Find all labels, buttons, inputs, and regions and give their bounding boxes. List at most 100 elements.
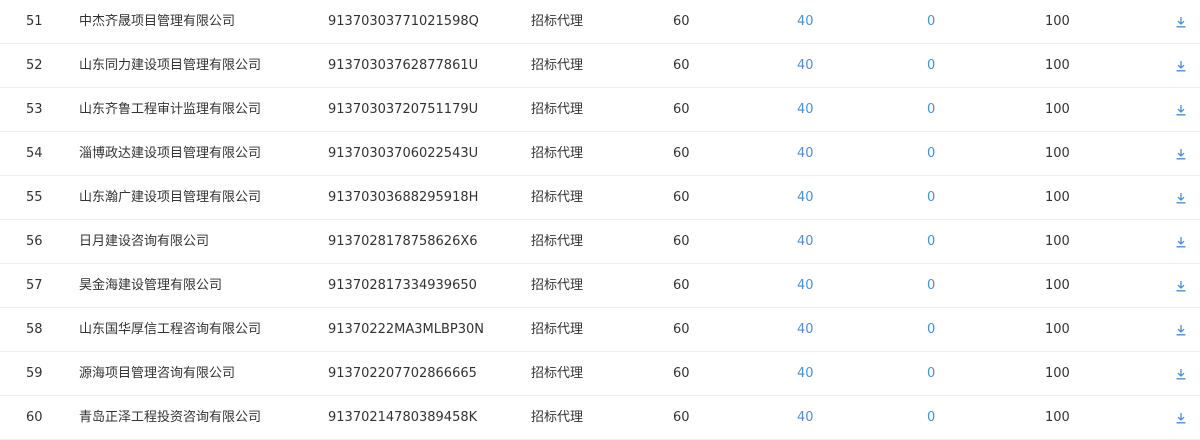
agency-type: 招标代理 <box>531 58 584 73</box>
total-score: 100 <box>1045 234 1070 249</box>
deduction-score-link[interactable]: 0 <box>927 132 935 175</box>
row-index: 53 <box>26 102 43 117</box>
download-button[interactable] <box>1173 396 1189 439</box>
credit-code: 913702207702866665 <box>328 366 477 381</box>
download-button[interactable] <box>1173 264 1189 307</box>
company-name: 昊金海建设管理有限公司 <box>79 278 223 293</box>
table-row: 53 山东齐鲁工程审计监理有限公司 91370303720751179U 招标代… <box>0 88 1200 132</box>
download-button[interactable] <box>1173 220 1189 263</box>
deduction-score-link[interactable]: 0 <box>927 88 935 131</box>
agency-type: 招标代理 <box>531 102 584 117</box>
company-score-table: 51 中杰齐晟项目管理有限公司 91370303771021598Q 招标代理 … <box>0 0 1200 440</box>
download-icon <box>1176 412 1186 423</box>
row-index: 60 <box>26 410 43 425</box>
company-name: 青岛正泽工程投资咨询有限公司 <box>79 410 262 425</box>
base-score: 60 <box>673 58 690 73</box>
total-score: 100 <box>1045 366 1070 381</box>
row-index: 57 <box>26 278 43 293</box>
bonus-score-link[interactable]: 40 <box>797 132 814 175</box>
bonus-score-link[interactable]: 40 <box>797 396 814 439</box>
download-icon <box>1176 104 1186 115</box>
bonus-score-link[interactable]: 40 <box>797 220 814 263</box>
deduction-score-link[interactable]: 0 <box>927 220 935 263</box>
download-icon <box>1176 368 1186 379</box>
total-score: 100 <box>1045 58 1070 73</box>
download-icon <box>1176 192 1186 203</box>
download-icon <box>1176 60 1186 71</box>
download-icon <box>1176 280 1186 291</box>
company-name: 中杰齐晟项目管理有限公司 <box>79 14 236 29</box>
agency-type: 招标代理 <box>531 322 584 337</box>
company-name: 淄博政达建设项目管理有限公司 <box>79 146 262 161</box>
bonus-score-link[interactable]: 40 <box>797 352 814 395</box>
table-row: 60 青岛正泽工程投资咨询有限公司 91370214780389458K 招标代… <box>0 396 1200 440</box>
deduction-score-link[interactable]: 0 <box>927 44 935 87</box>
bonus-score-link[interactable]: 40 <box>797 0 814 43</box>
download-button[interactable] <box>1173 88 1189 131</box>
row-index: 55 <box>26 190 43 205</box>
total-score: 100 <box>1045 322 1070 337</box>
agency-type: 招标代理 <box>531 278 584 293</box>
bonus-score-link[interactable]: 40 <box>797 176 814 219</box>
deduction-score-link[interactable]: 0 <box>927 176 935 219</box>
agency-type: 招标代理 <box>531 190 584 205</box>
total-score: 100 <box>1045 102 1070 117</box>
table-row: 58 山东国华厚信工程咨询有限公司 91370222MA3MLBP30N 招标代… <box>0 308 1200 352</box>
deduction-score-link[interactable]: 0 <box>927 0 935 43</box>
credit-code: 9137028178758626X6 <box>328 234 478 249</box>
agency-type: 招标代理 <box>531 410 584 425</box>
table-row: 55 山东瀚广建设项目管理有限公司 91370303688295918H 招标代… <box>0 176 1200 220</box>
total-score: 100 <box>1045 410 1070 425</box>
total-score: 100 <box>1045 278 1070 293</box>
bonus-score-link[interactable]: 40 <box>797 88 814 131</box>
bonus-score-link[interactable]: 40 <box>797 44 814 87</box>
base-score: 60 <box>673 14 690 29</box>
bonus-score-link[interactable]: 40 <box>797 264 814 307</box>
row-index: 52 <box>26 58 43 73</box>
row-index: 59 <box>26 366 43 381</box>
credit-code: 91370303706022543U <box>328 146 479 161</box>
download-button[interactable] <box>1173 352 1189 395</box>
total-score: 100 <box>1045 146 1070 161</box>
deduction-score-link[interactable]: 0 <box>927 352 935 395</box>
base-score: 60 <box>673 322 690 337</box>
base-score: 60 <box>673 190 690 205</box>
credit-code: 91370303688295918H <box>328 190 479 205</box>
bonus-score-link[interactable]: 40 <box>797 308 814 351</box>
agency-type: 招标代理 <box>531 234 584 249</box>
base-score: 60 <box>673 278 690 293</box>
table-row: 51 中杰齐晟项目管理有限公司 91370303771021598Q 招标代理 … <box>0 0 1200 44</box>
row-index: 54 <box>26 146 43 161</box>
download-button[interactable] <box>1173 132 1189 175</box>
table-row: 52 山东同力建设项目管理有限公司 91370303762877861U 招标代… <box>0 44 1200 88</box>
total-score: 100 <box>1045 190 1070 205</box>
agency-type: 招标代理 <box>531 366 584 381</box>
row-index: 51 <box>26 14 43 29</box>
company-name: 山东齐鲁工程审计监理有限公司 <box>79 102 262 117</box>
credit-code: 91370303762877861U <box>328 58 479 73</box>
table-row: 54 淄博政达建设项目管理有限公司 91370303706022543U 招标代… <box>0 132 1200 176</box>
company-name: 源海项目管理咨询有限公司 <box>79 366 236 381</box>
base-score: 60 <box>673 234 690 249</box>
table-row: 56 日月建设咨询有限公司 9137028178758626X6 招标代理 60… <box>0 220 1200 264</box>
download-button[interactable] <box>1173 0 1189 43</box>
credit-code: 913702817334939650 <box>328 278 477 293</box>
download-icon <box>1176 148 1186 159</box>
deduction-score-link[interactable]: 0 <box>927 264 935 307</box>
total-score: 100 <box>1045 14 1070 29</box>
download-button[interactable] <box>1173 44 1189 87</box>
base-score: 60 <box>673 366 690 381</box>
row-index: 58 <box>26 322 43 337</box>
agency-type: 招标代理 <box>531 146 584 161</box>
credit-code: 91370303771021598Q <box>328 14 479 29</box>
table-row: 57 昊金海建设管理有限公司 913702817334939650 招标代理 6… <box>0 264 1200 308</box>
credit-code: 91370214780389458K <box>328 410 478 425</box>
credit-code: 91370222MA3MLBP30N <box>328 322 485 337</box>
download-icon <box>1176 324 1186 335</box>
base-score: 60 <box>673 410 690 425</box>
deduction-score-link[interactable]: 0 <box>927 396 935 439</box>
deduction-score-link[interactable]: 0 <box>927 308 935 351</box>
download-button[interactable] <box>1173 308 1189 351</box>
download-icon <box>1176 236 1186 247</box>
download-button[interactable] <box>1173 176 1189 219</box>
